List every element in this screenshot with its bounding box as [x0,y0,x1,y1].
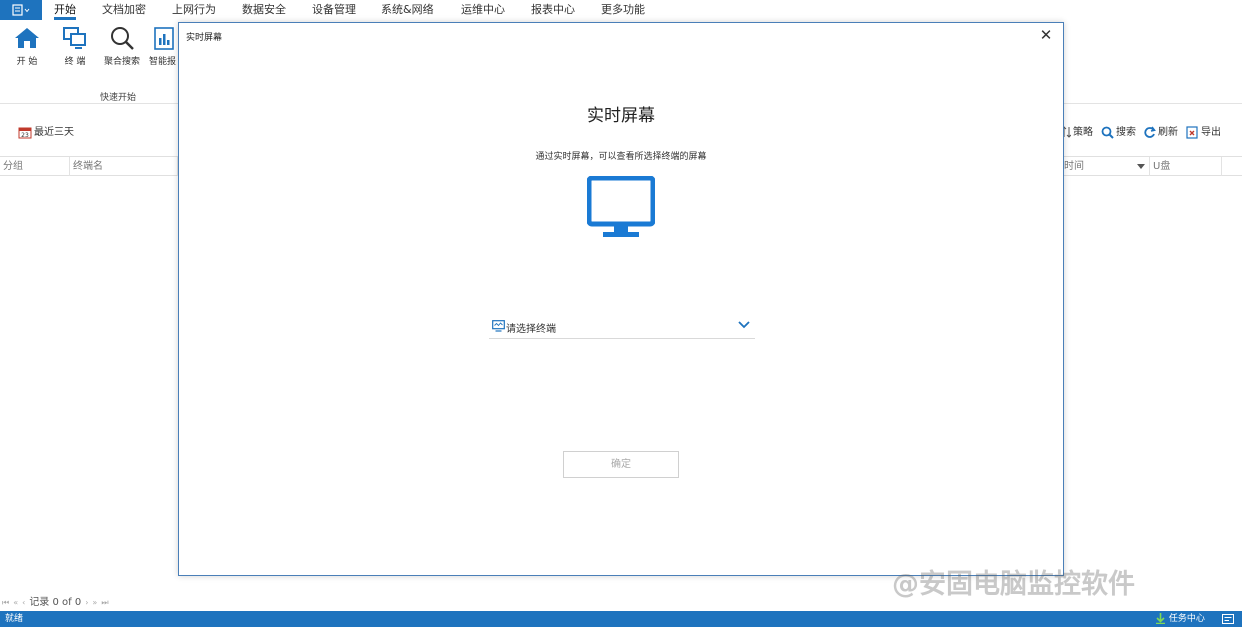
smart-report-button[interactable]: 智能报 [146,24,178,72]
monitor-icon [587,176,655,237]
dialog-description: 通过实时屏幕，可以查看所选择终端的屏幕 [535,152,707,162]
start-button-label: 开 始 [16,57,38,67]
refresh-button[interactable]: 刷新 [1143,125,1178,141]
ribbon-group-label: 快速开始 [100,93,137,103]
terminal-button[interactable]: 终 端 [52,24,98,72]
search-icon [1101,126,1114,139]
policy-label: 策略 [1073,127,1093,138]
calendar-icon: 23 [18,127,32,139]
message-icon[interactable] [1222,614,1234,624]
start-button[interactable]: 开 始 [4,24,50,72]
tab-report-center[interactable]: 报表中心 [531,0,575,20]
dialog-title: 实时屏幕 [186,33,223,43]
terminal-icon [63,27,86,49]
record-count: 记录 0 of 0 [29,597,82,608]
report-icon [154,27,174,50]
tab-ops-center[interactable]: 运维中心 [461,0,505,20]
task-center-button[interactable]: 任务中心 [1155,611,1205,627]
column-group[interactable]: 分组 [0,157,70,176]
menu-icon [12,4,30,16]
home-icon [15,28,39,48]
column-usb[interactable]: U盘 [1150,157,1222,176]
search-label: 搜索 [1116,127,1136,138]
aggregate-search-button[interactable]: 聚合搜索 [99,24,145,72]
export-label: 导出 [1201,127,1221,138]
terminal-button-label: 终 端 [64,57,86,67]
confirm-button[interactable]: 确定 [563,451,679,478]
policy-button[interactable]: 策略 [1061,125,1093,141]
menu-bar: 开始 文档加密 上网行为 数据安全 设备管理 系统&网络 运维中心 报表中心 更… [0,0,1242,20]
screen-monitor-icon [492,320,505,332]
smart-report-label: 智能报 [149,57,177,67]
export-icon [1186,125,1198,139]
pager: ⏮ « ‹ 记录 0 of 0 › » ⏭ [2,597,113,609]
app-window: 开始 文档加密 上网行为 数据安全 设备管理 系统&网络 运维中心 报表中心 更… [0,0,1242,627]
close-button[interactable]: ✕ [1037,26,1055,44]
search-icon [111,27,134,50]
download-icon [1156,613,1165,625]
next-fast-icon[interactable]: » [92,598,97,607]
prev-fast-icon[interactable]: « [13,598,18,607]
tab-start[interactable]: 开始 [54,0,76,20]
svg-text:23: 23 [21,132,29,139]
date-filter-button[interactable]: 23 最近三天 [18,125,74,141]
date-filter-label: 最近三天 [34,127,74,138]
search-button[interactable]: 搜索 [1101,125,1136,141]
refresh-icon [1144,126,1156,138]
status-bar: 就绪 任务中心 [0,611,1242,627]
column-time[interactable]: 时间 [1064,157,1150,176]
refresh-label: 刷新 [1158,127,1178,138]
status-text: 就绪 [5,614,24,624]
task-center-label: 任务中心 [1168,614,1205,624]
tab-data-security[interactable]: 数据安全 [242,0,286,20]
next-page-icon[interactable]: › [85,598,88,607]
aggregate-search-label: 聚合搜索 [103,57,140,67]
watermark: @安固电脑监控软件 [892,569,1135,600]
app-menu-button[interactable] [0,0,42,20]
dialog-heading: 实时屏幕 [587,106,655,126]
tab-web-behavior[interactable]: 上网行为 [172,0,216,20]
tab-system-network[interactable]: 系统&网络 [381,0,434,20]
realtime-screen-dialog: 实时屏幕 ✕ 实时屏幕 通过实时屏幕，可以查看所选择终端的屏幕 请选择终端 确定 [178,22,1064,576]
terminal-select[interactable]: 请选择终端 [489,315,755,339]
column-terminal-name[interactable]: 终端名 [70,157,178,176]
tab-more-features[interactable]: 更多功能 [601,0,645,20]
terminal-select-placeholder: 请选择终端 [506,324,556,335]
tab-doc-encryption[interactable]: 文档加密 [102,0,146,20]
chevron-down-icon[interactable] [738,321,750,329]
dropdown-arrow-icon[interactable] [1137,164,1145,170]
tab-device-management[interactable]: 设备管理 [312,0,356,20]
first-page-icon[interactable]: ⏮ [2,598,9,607]
column-time-label: 时间 [1064,161,1084,172]
export-button[interactable]: 导出 [1186,125,1221,141]
prev-page-icon[interactable]: ‹ [22,598,25,607]
last-page-icon[interactable]: ⏭ [101,598,108,607]
